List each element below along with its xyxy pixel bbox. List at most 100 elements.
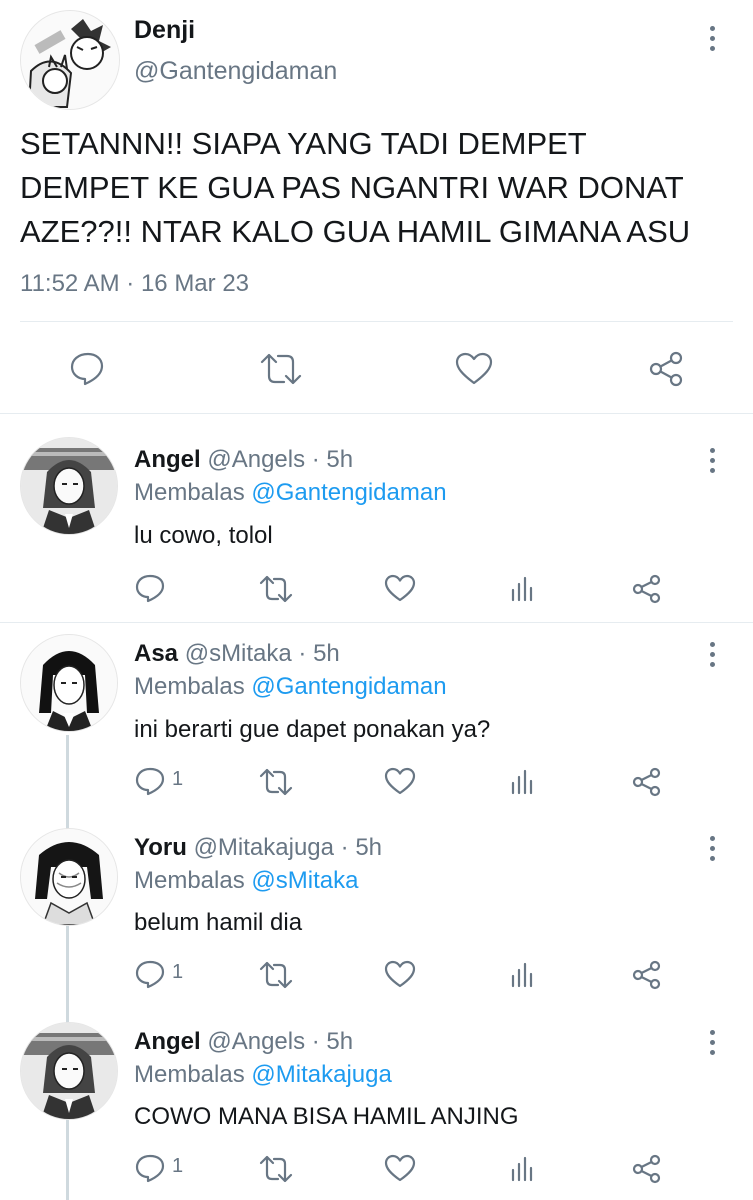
replying-to-handle[interactable]: @Mitakajuga xyxy=(251,1061,391,1088)
main-tweet-handle[interactable]: @Gantengidaman xyxy=(134,57,337,86)
reply-text: lu cowo, tolol xyxy=(134,522,273,549)
replying-to-line: Membalas @sMitaka xyxy=(134,867,358,895)
like-button[interactable] xyxy=(384,767,416,795)
retweet-button[interactable] xyxy=(258,961,294,989)
retweet-icon xyxy=(260,353,302,385)
like-icon xyxy=(384,574,416,602)
main-tweet-text-line: AZE??!! NTAR KALO GUA HAMIL GIMANA ASU xyxy=(20,214,691,249)
avatar-angel[interactable] xyxy=(20,437,118,535)
analytics-icon xyxy=(511,1156,533,1182)
analytics-button[interactable] xyxy=(510,769,534,795)
main-tweet-text-line: SETANNN!! SIAPA YANG TADI DEMPET xyxy=(20,126,587,161)
reply-icon xyxy=(135,767,165,796)
reply-divider xyxy=(0,622,753,623)
analytics-icon xyxy=(511,962,533,988)
reply-count: 1 xyxy=(172,961,184,983)
retweet-button[interactable] xyxy=(258,768,294,796)
reply-icon xyxy=(135,960,165,989)
share-button[interactable] xyxy=(631,959,663,991)
avatar-angel[interactable] xyxy=(20,1022,118,1120)
analytics-button[interactable] xyxy=(510,576,534,602)
avatar-asa[interactable] xyxy=(20,634,118,732)
reply-button[interactable] xyxy=(134,959,166,989)
replying-to-prefix: Membalas xyxy=(134,673,245,700)
like-icon xyxy=(384,960,416,988)
like-button[interactable] xyxy=(384,574,416,602)
reply-button[interactable] xyxy=(134,1153,166,1183)
main-share-button[interactable] xyxy=(648,350,686,388)
share-icon xyxy=(649,351,683,387)
avatar-denji[interactable] xyxy=(20,10,120,110)
replying-to-prefix: Membalas xyxy=(134,479,245,506)
reply-icon xyxy=(135,574,165,603)
replying-to-line: Membalas @Gantengidaman xyxy=(134,479,447,507)
reply-count: 1 xyxy=(172,1155,184,1177)
main-tweet-text: SETANNN!! SIAPA YANG TADI DEMPET DEMPET … xyxy=(20,122,690,254)
main-tweet-text-line: DEMPET KE GUA PAS NGANTRI WAR DONAT xyxy=(20,170,684,205)
like-icon xyxy=(455,352,493,385)
avatar-yoru[interactable] xyxy=(20,828,118,926)
like-icon xyxy=(384,767,416,795)
retweet-icon xyxy=(259,961,293,989)
reply-icon xyxy=(135,1154,165,1183)
like-icon xyxy=(384,1154,416,1182)
retweet-icon xyxy=(259,768,293,796)
main-retweet-button[interactable] xyxy=(258,352,304,386)
reply-more-vertical-icon[interactable] xyxy=(702,446,722,476)
main-tweet-display-name[interactable]: Denji xyxy=(134,16,195,45)
reply-count: 1 xyxy=(172,768,184,790)
reply-icon xyxy=(70,352,104,386)
share-icon xyxy=(632,574,661,604)
reply-display-name[interactable]: Angel xyxy=(134,446,201,473)
reply-header: Yoru @Mitakajuga · 5h xyxy=(134,834,382,862)
reply-text: COWO MANA BISA HAMIL ANJING xyxy=(134,1103,519,1130)
reply-display-name[interactable]: Asa xyxy=(134,640,178,667)
replying-to-line: Membalas @Gantengidaman xyxy=(134,673,447,701)
retweet-button[interactable] xyxy=(258,1155,294,1183)
reply-display-name[interactable]: Yoru xyxy=(134,834,187,861)
reply-handle-time[interactable]: @Angels · 5h xyxy=(207,446,353,473)
replying-to-handle[interactable]: @Gantengidaman xyxy=(251,479,446,506)
replying-to-handle[interactable]: @sMitaka xyxy=(251,867,358,894)
analytics-icon xyxy=(511,576,533,602)
replying-to-handle[interactable]: @Gantengidaman xyxy=(251,673,446,700)
reply-display-name[interactable]: Angel xyxy=(134,1028,201,1055)
share-icon xyxy=(632,767,661,797)
retweet-button[interactable] xyxy=(258,575,294,603)
reply-header: Angel @Angels · 5h xyxy=(134,1028,353,1056)
like-button[interactable] xyxy=(384,1154,416,1182)
share-button[interactable] xyxy=(631,1153,663,1185)
main-like-button[interactable] xyxy=(454,351,494,387)
reply-header: Angel @Angels · 5h xyxy=(134,446,353,474)
reply-button[interactable] xyxy=(134,573,166,603)
share-icon xyxy=(632,960,661,990)
thread-line xyxy=(66,735,69,1200)
timestamp-divider xyxy=(20,321,733,322)
reply-more-vertical-icon[interactable] xyxy=(702,640,722,670)
reply-text: ini berarti gue dapet ponakan ya? xyxy=(134,716,491,743)
main-tweet-divider xyxy=(0,413,753,414)
reply-handle-time[interactable]: @Angels · 5h xyxy=(207,1028,353,1055)
retweet-icon xyxy=(259,575,293,603)
replying-to-prefix: Membalas xyxy=(134,867,245,894)
main-tweet-more-vertical-icon[interactable] xyxy=(702,24,722,54)
reply-handle-time[interactable]: @sMitaka · 5h xyxy=(185,640,340,667)
reply-button[interactable] xyxy=(134,766,166,796)
retweet-icon xyxy=(259,1155,293,1183)
analytics-icon xyxy=(511,769,533,795)
reply-more-vertical-icon[interactable] xyxy=(702,1028,722,1058)
share-button[interactable] xyxy=(631,766,663,798)
analytics-button[interactable] xyxy=(510,1156,534,1182)
analytics-button[interactable] xyxy=(510,962,534,988)
reply-more-vertical-icon[interactable] xyxy=(702,834,722,864)
replying-to-line: Membalas @Mitakajuga xyxy=(134,1061,392,1089)
share-button[interactable] xyxy=(631,573,663,605)
reply-text: belum hamil dia xyxy=(134,909,303,936)
reply-header: Asa @sMitaka · 5h xyxy=(134,640,340,668)
share-icon xyxy=(632,1154,661,1184)
replying-to-prefix: Membalas xyxy=(134,1061,245,1088)
main-tweet-timestamp[interactable]: 11:52 AM · 16 Mar 23 xyxy=(20,270,249,298)
main-reply-button[interactable] xyxy=(68,350,108,386)
reply-handle-time[interactable]: @Mitakajuga · 5h xyxy=(194,834,382,861)
like-button[interactable] xyxy=(384,960,416,988)
